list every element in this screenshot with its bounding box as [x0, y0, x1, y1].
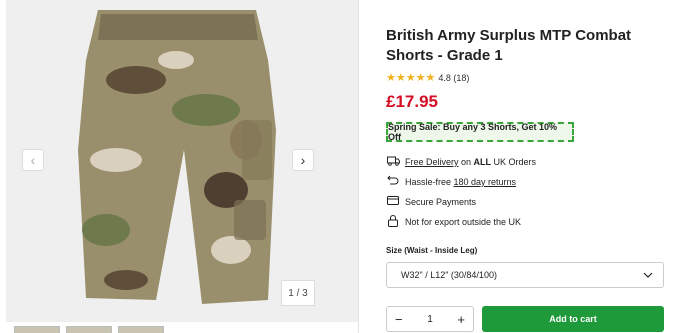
thumbnail-strip — [14, 326, 164, 333]
returns-text: Hassle-free — [405, 177, 454, 187]
size-select-value: W32" / L12" (30/84/100) — [401, 270, 497, 280]
product-price: £17.95 — [386, 92, 438, 111]
feature-returns: Hassle-free 180 day returns — [386, 172, 536, 192]
size-select[interactable]: W32" / L12" (30/84/100) — [386, 262, 664, 288]
star-rating-icon: ★★★★★ — [386, 72, 436, 84]
next-image-button[interactable]: › — [292, 149, 314, 171]
feature-payments: Secure Payments — [386, 192, 536, 212]
rating-text: 4.8 (18) — [438, 72, 470, 83]
promo-banner: Spring Sale: Buy any 3 Shorts, Get 10% O… — [386, 122, 574, 142]
payments-text: Secure Payments — [405, 197, 477, 207]
lock-icon — [386, 214, 400, 230]
chevron-left-icon: ‹ — [30, 152, 36, 168]
feature-delivery: Free Delivery on ALL UK Orders — [386, 152, 536, 172]
product-page: ‹ › 1 / 3 British Army Surplus MTP Comba… — [0, 0, 690, 333]
product-gallery: ‹ › 1 / 3 — [0, 0, 358, 333]
feature-list: Free Delivery on ALL UK Orders Hassle-fr… — [386, 152, 536, 232]
chevron-down-icon — [643, 270, 653, 280]
image-counter: 1 / 3 — [281, 280, 315, 306]
product-title: British Army Surplus MTP Combat Shorts -… — [386, 27, 632, 64]
quantity-value[interactable]: 1 — [427, 314, 433, 325]
truck-icon — [386, 156, 400, 169]
decrease-quantity-button[interactable]: − — [395, 312, 403, 327]
product-rating[interactable]: ★★★★★ 4.8 (18) — [386, 71, 469, 84]
chevron-right-icon: › — [300, 152, 306, 168]
size-label: Size (Waist - Inside Leg) — [386, 246, 478, 255]
return-arrow-icon — [386, 175, 400, 189]
delivery-all-text: ALL — [473, 157, 492, 167]
delivery-end-text: UK Orders — [491, 157, 537, 167]
feature-export: Not for export outside the UK — [386, 212, 536, 232]
thumbnail-1[interactable] — [14, 326, 60, 333]
credit-card-icon — [386, 196, 400, 208]
increase-quantity-button[interactable]: + — [457, 312, 465, 327]
delivery-mid-text: on — [458, 157, 474, 167]
export-text: Not for export outside the UK — [405, 217, 522, 227]
returns-link[interactable]: 180 day returns — [454, 177, 517, 187]
free-delivery-link[interactable]: Free Delivery — [405, 157, 459, 167]
quantity-stepper: − 1 + — [386, 306, 474, 332]
add-to-cart-button[interactable]: Add to cart — [482, 306, 664, 332]
previous-image-button[interactable]: ‹ — [22, 149, 44, 171]
divider — [358, 0, 359, 333]
thumbnail-3[interactable] — [118, 326, 164, 333]
thumbnail-2[interactable] — [66, 326, 112, 333]
